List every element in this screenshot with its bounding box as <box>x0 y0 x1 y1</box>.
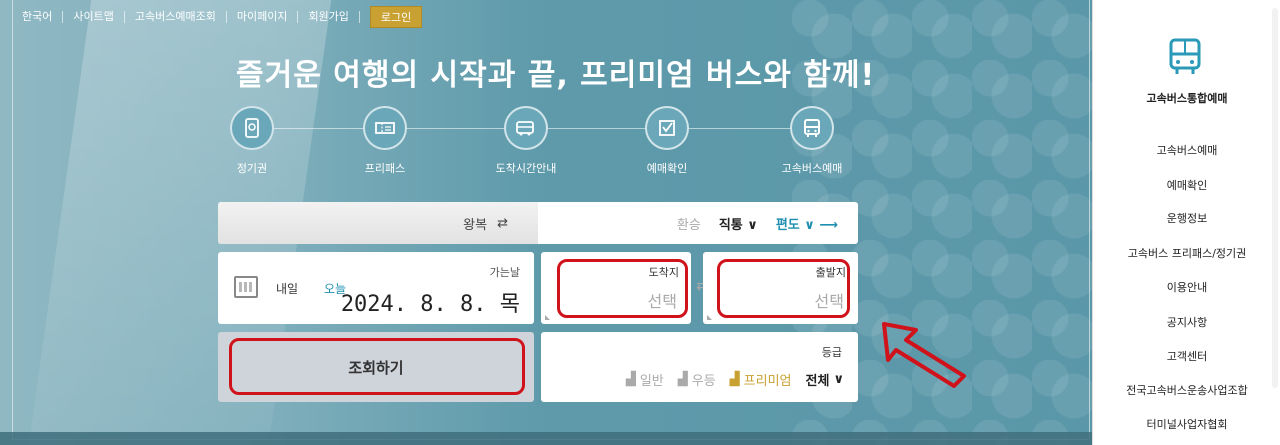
date-label: 가는날 <box>489 266 520 279</box>
right-sidebar: 고속버스통합예매 고속버스예매 예매확인 운행정보 고속버스 프리패스/정기권 … <box>1092 0 1280 445</box>
grade-box: 등급 전체 ∨ ▟ 프리미엄 ▟ 우등 ▟ 일반 <box>541 332 858 402</box>
page-headline: 즐거운 여행의 시작과 끝, 프리미엄 버스와 함께! <box>236 58 876 93</box>
transfer-option[interactable]: 환승 <box>677 214 701 233</box>
ticket-icon <box>363 106 407 150</box>
oneway-tab[interactable]: 편도 ∨ ⟶ <box>776 214 838 233</box>
bus-clock-icon <box>504 106 548 150</box>
sidebar-item-union[interactable]: 전국고속버스운송사업조합 <box>1093 382 1280 398</box>
sidebar-scrollbar[interactable] <box>1272 8 1278 388</box>
sidebar-item-operation-info[interactable]: 운행정보 <box>1093 210 1280 226</box>
tomorrow-button[interactable]: 내일 <box>276 280 298 297</box>
nav-mypage[interactable]: 마이페이지 <box>227 11 299 23</box>
menu-label: 고속버스예매 <box>781 162 843 175</box>
sidebar-item-terminal-assoc[interactable]: 터미널사업자협회 <box>1093 416 1280 432</box>
nav-language[interactable]: 한국어 <box>12 11 64 23</box>
grade-label: 등급 <box>821 346 842 359</box>
nav-reservation-lookup[interactable]: 고속버스예매조회 <box>125 11 227 23</box>
menu-booking-check[interactable]: 예매확인 <box>607 106 727 176</box>
date-value: 2024. 8. 8. 목 <box>340 292 520 317</box>
swap-arrows-icon: ⇄ <box>497 215 508 231</box>
roundtrip-tab[interactable]: 왕복 ⇄ <box>218 202 538 244</box>
nav-sitemap[interactable]: 사이트맵 <box>63 11 125 23</box>
menu-season-ticket[interactable]: 정기권 <box>192 106 312 176</box>
bottom-strip <box>0 432 1092 445</box>
top-navigation: 한국어 사이트맵 고속버스예매조회 마이페이지 회원가입 로그인 <box>12 6 423 28</box>
corner-mark-icon <box>545 315 550 320</box>
menu-label: 도착시간안내 <box>495 162 557 175</box>
menu-arrival-info[interactable]: 도착시간안내 <box>466 106 586 176</box>
pass-card-icon <box>230 106 274 150</box>
grade-deluxe[interactable]: ▟ 우등 <box>678 370 716 389</box>
bus-icon <box>1169 38 1201 74</box>
menu-express-booking[interactable]: 고속버스예매 <box>752 106 872 176</box>
menu-label: 정기권 <box>236 162 268 175</box>
calendar-icon[interactable] <box>234 276 258 298</box>
sidebar-item-notice[interactable]: 공지사항 <box>1093 314 1280 330</box>
sidebar-item-customer-center[interactable]: 고객센터 <box>1093 348 1280 364</box>
menu-label: 예매확인 <box>646 162 688 175</box>
direct-option[interactable]: 직통 ∨ <box>719 214 758 233</box>
roundtrip-label: 왕복 <box>463 217 488 233</box>
menu-label: 프리패스 <box>364 162 406 175</box>
trip-type-bar: 왕복 ⇄ 환승 직통 ∨ 편도 ∨ ⟶ <box>218 202 858 244</box>
arrival-highlight <box>557 259 688 318</box>
grade-all[interactable]: 전체 ∨ <box>806 370 844 389</box>
sidebar-title: 고속버스통합예매 <box>1146 92 1228 105</box>
menu-free-pass[interactable]: 프리패스 <box>325 106 445 176</box>
search-highlight <box>229 338 525 395</box>
login-button[interactable]: 로그인 <box>369 6 423 28</box>
check-box-icon <box>645 106 689 150</box>
sidebar-item-check[interactable]: 예매확인 <box>1093 177 1280 193</box>
oneway-options: 환승 직통 ∨ 편도 ∨ ⟶ <box>677 214 838 233</box>
pointer-arrow-icon <box>882 322 966 388</box>
sidebar-item-booking[interactable]: 고속버스예매 <box>1093 142 1280 158</box>
grade-premium[interactable]: ▟ 프리미엄 <box>730 370 792 389</box>
departure-date-box[interactable]: 내일 오늘 가는날 2024. 8. 8. 목 <box>218 252 534 324</box>
departure-highlight <box>717 259 850 318</box>
seat-icon: ▟ <box>729 372 740 387</box>
sidebar-item-freepass[interactable]: 고속버스 프리패스/정기권 <box>1093 245 1280 261</box>
corner-mark-icon <box>707 315 712 320</box>
grade-options: 전체 ∨ ▟ 프리미엄 ▟ 우등 ▟ 일반 <box>626 370 844 389</box>
nav-signup[interactable]: 회원가입 <box>298 11 360 23</box>
grade-standard[interactable]: ▟ 일반 <box>626 370 664 389</box>
sidebar-item-guide[interactable]: 이용안내 <box>1093 279 1280 295</box>
bus-icon <box>790 106 834 150</box>
seat-icon: ▟ <box>677 372 688 387</box>
seat-icon: ▟ <box>625 372 636 387</box>
